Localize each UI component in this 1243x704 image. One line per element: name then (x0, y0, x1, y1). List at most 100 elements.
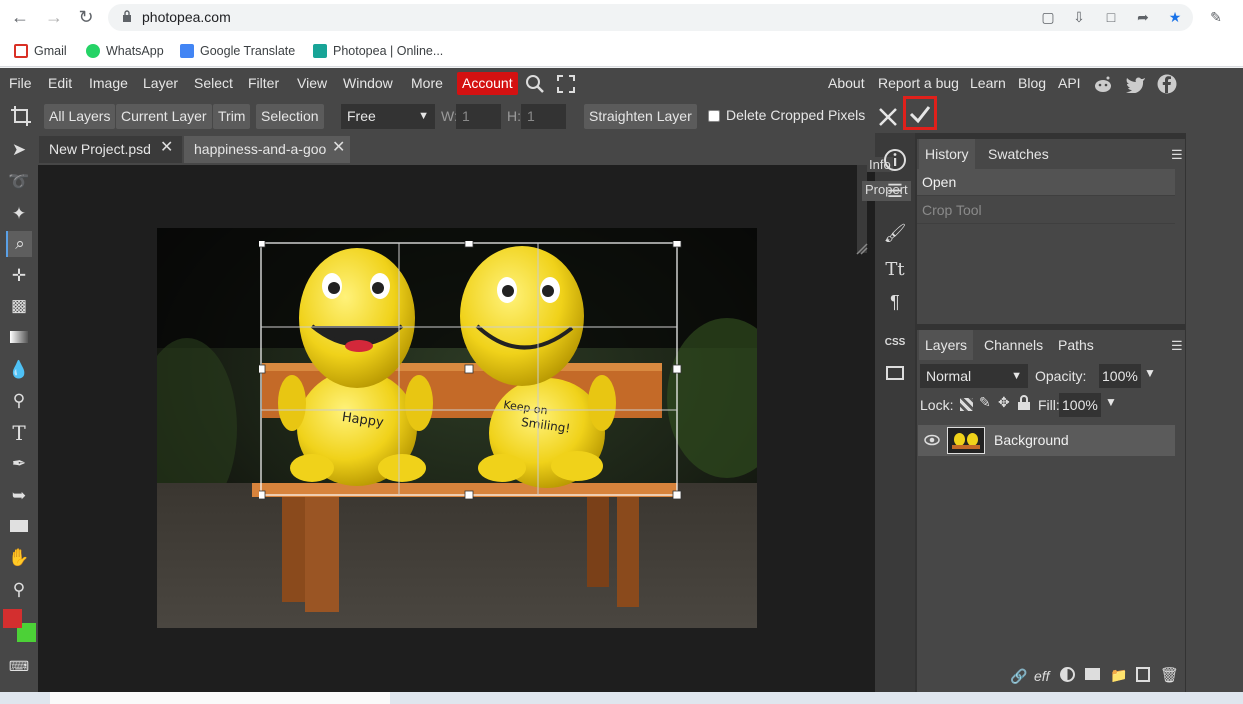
magic-wand-icon[interactable]: ✦ (6, 201, 32, 227)
opacity-dropdown-icon[interactable]: ▼ (1144, 366, 1156, 380)
cancel-crop-icon[interactable] (877, 106, 899, 128)
panel-menu-icon[interactable]: ☰ (1171, 147, 1183, 163)
extension-icon[interactable]: ✎ (1207, 9, 1225, 25)
layer-row[interactable]: Background (918, 425, 1175, 456)
current-layer-button[interactable]: Current Layer (116, 104, 212, 129)
tab-channels[interactable]: Channels (978, 330, 1049, 360)
crop-box[interactable] (259, 241, 683, 501)
stamp-tool-icon[interactable]: ▩ (6, 293, 32, 319)
paragraph-icon[interactable]: ¶ (883, 290, 907, 314)
fill-dropdown-icon[interactable]: ▼ (1105, 395, 1117, 409)
move-tool-icon[interactable]: ➤ (6, 137, 32, 163)
close-tab-icon[interactable]: ✕ (332, 137, 345, 157)
bookmark-photopea[interactable]: Photopea | Online... (313, 42, 443, 60)
keyboard-icon[interactable]: ⌨ (6, 653, 32, 679)
menu-view[interactable]: View (297, 75, 327, 93)
lock-all-icon[interactable] (1017, 395, 1031, 411)
install-icon[interactable]: ⇩ (1070, 9, 1088, 25)
search-icon[interactable] (525, 74, 545, 94)
bookmark-star-icon[interactable]: ★ (1166, 9, 1184, 25)
fill-input[interactable]: 100% (1059, 393, 1101, 417)
lock-transparency-icon[interactable] (960, 398, 973, 411)
effects-icon[interactable]: eff (1034, 668, 1050, 684)
image-icon[interactable] (883, 362, 907, 386)
lock-move-icon[interactable]: ✥ (998, 394, 1010, 411)
eye-icon[interactable] (924, 434, 940, 446)
menu-about[interactable]: About (828, 75, 865, 93)
page-icon[interactable]: □ (1102, 9, 1120, 25)
tab-swatches[interactable]: Swatches (982, 139, 1055, 169)
menu-api[interactable]: API (1058, 75, 1081, 93)
crop-tool-icon[interactable]: ⌕ (6, 231, 32, 257)
pen-tool-icon[interactable]: ✒ (6, 451, 32, 477)
tab-paths[interactable]: Paths (1052, 330, 1100, 360)
opacity-input[interactable]: 100% (1099, 364, 1141, 388)
selection-button[interactable]: Selection (256, 104, 324, 129)
commit-crop-button[interactable] (903, 96, 937, 130)
forward-icon[interactable]: → (42, 6, 66, 30)
menu-more[interactable]: More (411, 75, 443, 93)
all-layers-button[interactable]: All Layers (44, 104, 116, 129)
gradient-tool-icon[interactable] (6, 325, 32, 351)
menu-window[interactable]: Window (343, 75, 393, 93)
width-input[interactable]: 1 (456, 104, 501, 129)
dodge-tool-icon[interactable]: ⚲ (6, 388, 32, 414)
mask-icon[interactable] (1085, 668, 1100, 680)
height-input[interactable]: 1 (521, 104, 566, 129)
blend-mode-select[interactable]: Normal ▼ (920, 364, 1028, 388)
reload-icon[interactable]: ↻ (74, 6, 98, 30)
history-item-crop[interactable]: Crop Tool (917, 197, 1175, 224)
hand-tool-icon[interactable]: ✋ (6, 545, 32, 571)
resize-handle-icon[interactable] (856, 243, 868, 255)
reddit-icon[interactable] (1093, 75, 1113, 93)
tab-history[interactable]: History (919, 139, 975, 169)
history-item-open[interactable]: Open (917, 169, 1175, 196)
straighten-layer-button[interactable]: Straighten Layer (584, 104, 697, 129)
path-select-icon[interactable]: ➥ (6, 483, 32, 509)
address-bar[interactable]: photopea.com (108, 4, 1193, 31)
new-layer-icon[interactable] (1136, 667, 1150, 682)
brush-icon[interactable]: 🖌 (883, 221, 907, 245)
tab-layers[interactable]: Layers (919, 330, 974, 360)
screenshot-icon[interactable]: ▢ (1039, 9, 1057, 25)
zoom-tool-icon[interactable]: ⚲ (6, 577, 32, 603)
type-tool-icon[interactable]: T (6, 420, 32, 446)
menu-filter[interactable]: Filter (248, 75, 279, 93)
bookmark-whatsapp[interactable]: WhatsApp (86, 42, 164, 60)
canvas[interactable]: Happy Keep on Smiling! (38, 165, 875, 692)
rectangle-tool-icon[interactable] (6, 514, 32, 540)
menu-report-bug[interactable]: Report a bug (878, 75, 959, 93)
lock-paint-icon[interactable]: ✎ (979, 394, 991, 411)
delete-cropped-checkbox[interactable] (708, 110, 720, 122)
foreground-color[interactable] (3, 609, 22, 628)
bookmark-google-translate[interactable]: Google Translate (180, 42, 295, 60)
lasso-tool-icon[interactable]: ➰ (6, 169, 32, 195)
close-tab-icon[interactable]: ✕ (160, 137, 173, 157)
ratio-select[interactable]: Free ▼ (341, 104, 435, 129)
menu-select[interactable]: Select (194, 75, 233, 93)
menu-image[interactable]: Image (89, 75, 128, 93)
scrollbar[interactable] (857, 165, 867, 253)
adjustment-icon[interactable] (1060, 667, 1075, 682)
facebook-icon[interactable] (1157, 74, 1177, 94)
menu-file[interactable]: File (9, 75, 32, 93)
account-button[interactable]: Account (457, 72, 518, 95)
tab-happiness[interactable]: happiness-and-a-goo (184, 136, 350, 163)
share-icon[interactable]: ➦ (1134, 9, 1152, 25)
trim-button[interactable]: Trim (213, 104, 251, 129)
properties-icon[interactable]: ☰ (883, 179, 907, 203)
bookmark-gmail[interactable]: Gmail (14, 42, 67, 60)
taskbar-search[interactable] (50, 692, 390, 704)
character-icon[interactable]: Tt (883, 258, 907, 282)
blur-tool-icon[interactable]: 💧 (6, 357, 32, 383)
panel-menu-icon[interactable]: ☰ (1171, 338, 1183, 354)
link-layers-icon[interactable]: 🔗 (1010, 668, 1027, 685)
menu-edit[interactable]: Edit (48, 75, 72, 93)
healing-brush-icon[interactable]: ✛ (6, 263, 32, 289)
folder-icon[interactable]: 📁 (1110, 667, 1127, 684)
info-icon[interactable] (883, 148, 907, 172)
twitter-icon[interactable] (1126, 76, 1146, 93)
menu-blog[interactable]: Blog (1018, 75, 1046, 93)
back-icon[interactable]: ← (8, 6, 32, 30)
menu-learn[interactable]: Learn (970, 75, 1006, 93)
